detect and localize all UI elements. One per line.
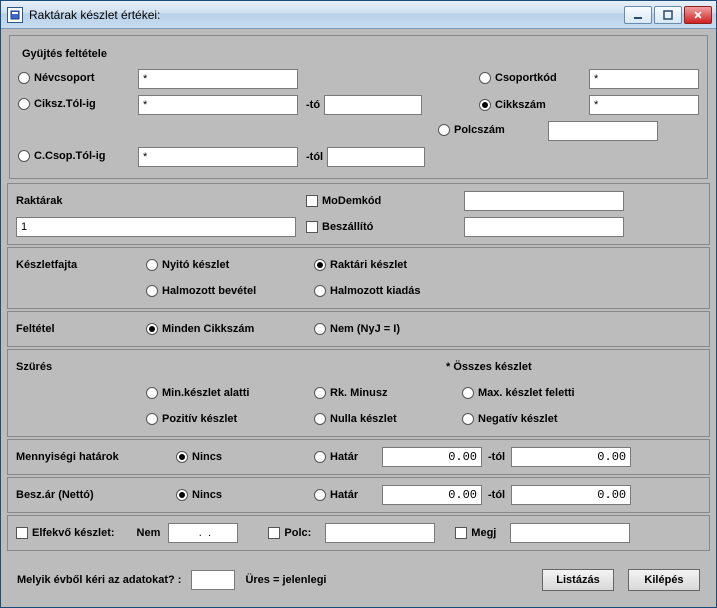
footer: Melyik évből kéri az adatokat? : Üres = …	[7, 553, 710, 601]
section-feltetel: Feltétel Minden Cikkszám Nem (NyJ = I)	[7, 311, 710, 347]
beszar-v2[interactable]	[511, 485, 631, 505]
radio-min[interactable]: Min.készlet alatti	[146, 387, 306, 399]
radio-polcszam[interactable]: Polcszám	[438, 124, 505, 136]
beszar-label: Besz.ár (Nettó)	[16, 489, 176, 501]
check-modemkod[interactable]: MoDemkód	[306, 195, 416, 207]
minimize-button[interactable]	[624, 6, 652, 24]
maximize-button[interactable]	[654, 6, 682, 24]
section-raktarak: Raktárak MoDemkód Beszállító	[7, 183, 710, 245]
radio-nem-nyj[interactable]: Nem (NyJ = I)	[314, 323, 474, 335]
nevcsoport-input[interactable]	[138, 69, 298, 89]
beszallito-input[interactable]	[464, 217, 624, 237]
radio-nevcsoport[interactable]: Névcsoport	[18, 72, 95, 84]
window-title: Raktárak készlet értékei:	[29, 8, 624, 22]
radio-nulla[interactable]: Nulla készlet	[314, 413, 454, 425]
menny-v1[interactable]	[382, 447, 482, 467]
radio-menny-nincs[interactable]: Nincs	[176, 451, 306, 463]
szures-label: Szürés	[16, 361, 146, 373]
ciksz-to-suffix: -tó	[306, 99, 320, 111]
year-question: Melyik évből kéri az adatokat? :	[17, 574, 181, 586]
section-keszletfajta: Készletfajta Nyitó készlet Raktári készl…	[7, 247, 710, 309]
app-icon	[7, 7, 23, 23]
check-elfekvo[interactable]: Elfekvő készlet:	[16, 527, 115, 539]
listazas-button[interactable]: Listázás	[542, 569, 614, 591]
feltetel-label: Feltétel	[16, 323, 146, 335]
year-hint: Üres = jelenlegi	[245, 574, 326, 586]
radio-beszar-hatar[interactable]: Határ	[314, 489, 374, 501]
window: Raktárak készlet értékei: Gyüjtés feltét…	[0, 0, 717, 608]
ccsop-tol-suffix: -tól	[306, 151, 323, 163]
raktarak-input[interactable]	[16, 217, 296, 237]
radio-poz[interactable]: Pozitív készlet	[146, 413, 306, 425]
check-megj[interactable]: Megj	[455, 527, 496, 539]
menny-tol: -tól	[488, 451, 505, 463]
radio-menny-hatar[interactable]: Határ	[314, 451, 374, 463]
radio-max[interactable]: Max. készlet feletti	[462, 387, 622, 399]
titlebar[interactable]: Raktárak készlet értékei:	[1, 1, 716, 29]
check-beszallito[interactable]: Beszállító	[306, 221, 416, 233]
group-gyujtes: Gyüjtés feltétele Névcsoport Csoportkód …	[9, 35, 708, 179]
raktarak-label: Raktárak	[16, 195, 136, 207]
check-polc[interactable]: Polc:	[268, 527, 311, 539]
csoportkod-input[interactable]	[589, 69, 699, 89]
beszar-v1[interactable]	[382, 485, 482, 505]
radio-ccsop[interactable]: C.Csop.Tól-ig	[18, 150, 106, 162]
radio-halm-bev[interactable]: Halmozott bevétel	[146, 285, 306, 297]
ccsop-from-input[interactable]	[138, 147, 298, 167]
radio-beszar-nincs[interactable]: Nincs	[176, 489, 306, 501]
ciksz-to-input[interactable]	[324, 95, 422, 115]
section-szures: Szürés * Összes készlet Min.készlet alat…	[7, 349, 710, 437]
kilepes-button[interactable]: Kilépés	[628, 569, 700, 591]
megj-input[interactable]	[510, 523, 630, 543]
group-title: Gyüjtés feltétele	[18, 48, 111, 60]
keszletfajta-label: Készletfajta	[16, 259, 146, 271]
menny-v2[interactable]	[511, 447, 631, 467]
modemkod-input[interactable]	[464, 191, 624, 211]
radio-rkmin[interactable]: Rk. Minusz	[314, 387, 454, 399]
radio-minden[interactable]: Minden Cikkszám	[146, 323, 306, 335]
polc-input[interactable]	[325, 523, 435, 543]
radio-cikkszam[interactable]: Cikkszám	[479, 99, 546, 111]
section-menny: Mennyiségi határok Nincs Határ -tól	[7, 439, 710, 475]
cikkszam-input[interactable]	[589, 95, 699, 115]
ciksz-from-input[interactable]	[138, 95, 298, 115]
osszes-label: * Összes készlet	[446, 361, 532, 373]
close-button[interactable]	[684, 6, 712, 24]
elfekvo-nem: Nem	[137, 527, 161, 539]
elfekvo-date[interactable]	[168, 523, 238, 543]
radio-nyito[interactable]: Nyitó készlet	[146, 259, 306, 271]
menny-label: Mennyiségi határok	[16, 451, 176, 463]
radio-halm-kiad[interactable]: Halmozott kiadás	[314, 285, 474, 297]
radio-raktari[interactable]: Raktári készlet	[314, 259, 474, 271]
year-input[interactable]	[191, 570, 235, 590]
client-area: Gyüjtés feltétele Névcsoport Csoportkód …	[1, 29, 716, 607]
section-bottom: Elfekvő készlet: Nem Polc: Megj	[7, 515, 710, 551]
radio-csoportkod[interactable]: Csoportkód	[479, 72, 557, 84]
polcszam-input[interactable]	[548, 121, 658, 141]
ccsop-to-input[interactable]	[327, 147, 425, 167]
radio-ciksz[interactable]: Ciksz.Tól-ig	[18, 98, 96, 110]
beszar-tol: -tól	[488, 489, 505, 501]
radio-neg[interactable]: Negatív készlet	[462, 413, 622, 425]
section-beszar: Besz.ár (Nettó) Nincs Határ -tól	[7, 477, 710, 513]
